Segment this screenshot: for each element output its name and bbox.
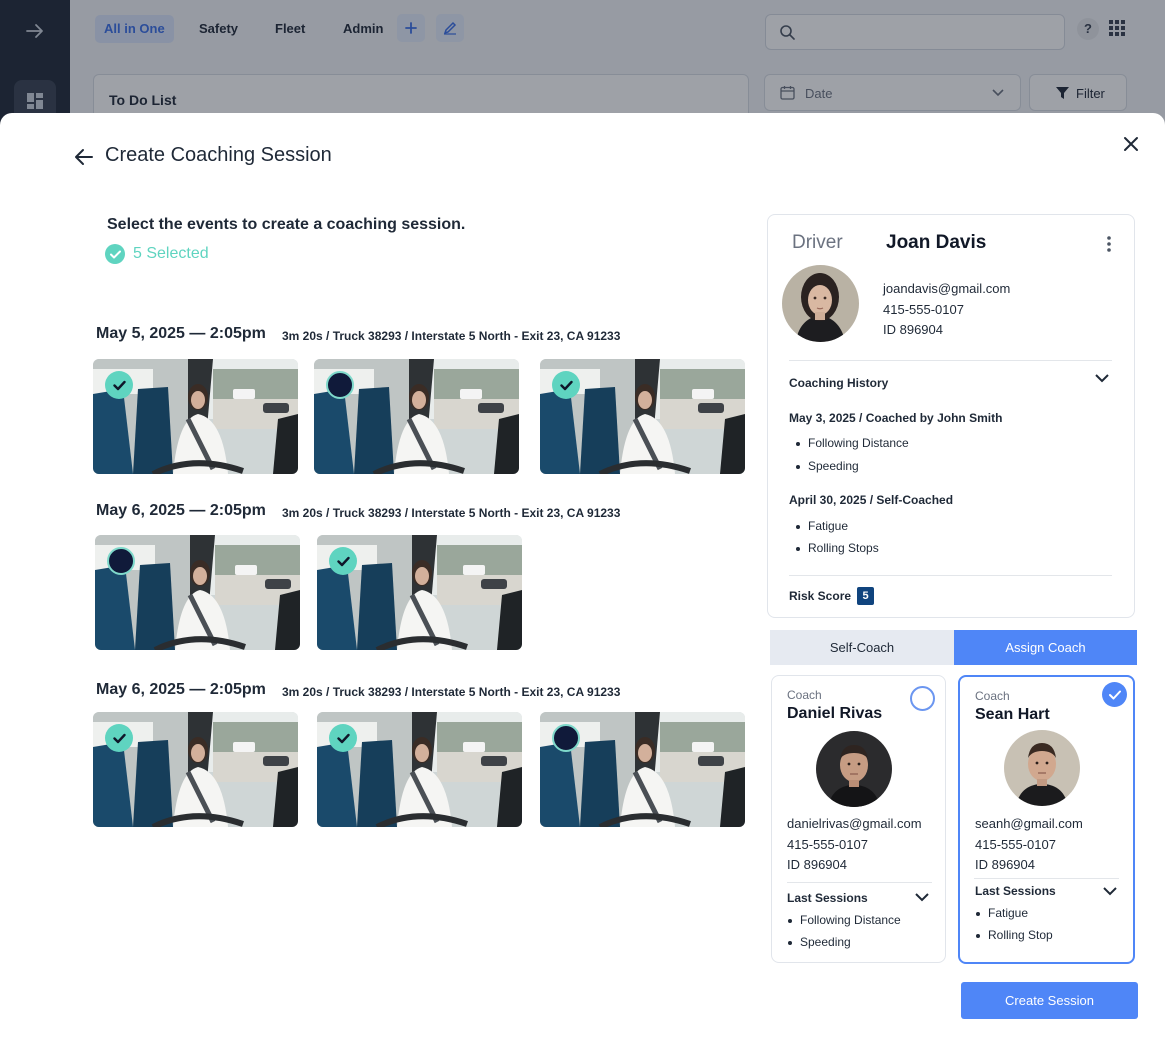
unselected-circle-icon[interactable]: [552, 724, 580, 752]
coach-email: seanh@gmail.com: [975, 816, 1083, 831]
session-item: Speeding: [788, 935, 851, 949]
coach-role: Coach: [787, 688, 822, 702]
session-item: Rolling Stop: [976, 928, 1053, 942]
coach-card[interactable]: Coach Daniel Rivas danielrivas@gmail.com…: [771, 675, 946, 963]
driver-phone: 415-555-0107: [883, 302, 964, 317]
divider: [789, 575, 1112, 576]
chevron-down-icon[interactable]: [915, 892, 929, 902]
check-circle-icon: [105, 244, 125, 264]
self-coach-toggle[interactable]: Self-Coach: [770, 630, 954, 665]
coach-id: ID 896904: [787, 857, 847, 872]
coach-name: Daniel Rivas: [787, 705, 883, 722]
risk-score-label: Risk Score: [789, 589, 852, 603]
history-entry: May 3, 2025 / Coached by John Smith: [789, 411, 1003, 425]
create-coaching-modal: Create Coaching Session Select the event…: [0, 113, 1165, 1049]
event-thumbnail[interactable]: [317, 712, 522, 827]
driver-label: Driver: [792, 232, 843, 253]
driver-email: joandavis@gmail.com: [883, 281, 1011, 296]
coach-name: Sean Hart: [975, 706, 1050, 723]
event-thumbnail[interactable]: [540, 359, 745, 474]
history-item: Fatigue: [796, 519, 848, 533]
selected-count-label: 5 Selected: [133, 245, 209, 262]
history-entry: April 30, 2025 / Self-Coached: [789, 493, 954, 507]
session-item: Fatigue: [976, 906, 1028, 920]
event-thumbnail[interactable]: [93, 359, 298, 474]
event-thumbnail[interactable]: [95, 535, 300, 650]
event-date: May 6, 2025 — 2:05pm: [96, 502, 266, 519]
selected-check-icon[interactable]: [552, 371, 580, 399]
divider: [789, 360, 1112, 361]
event-meta: 3m 20s / Truck 38293 / Interstate 5 Nort…: [282, 329, 621, 343]
event-meta: 3m 20s / Truck 38293 / Interstate 5 Nort…: [282, 685, 621, 699]
check-icon: [1108, 690, 1121, 699]
event-thumbnail[interactable]: [93, 712, 298, 827]
coach-role: Coach: [975, 689, 1010, 703]
risk-score-badge: 5: [857, 587, 874, 605]
driver-id: ID 896904: [883, 322, 943, 337]
divider: [787, 882, 932, 883]
selected-check-icon[interactable]: [329, 724, 357, 752]
coach-avatar: [816, 731, 892, 807]
instruction-text: Select the events to create a coaching s…: [107, 216, 466, 233]
unselected-circle-icon[interactable]: [107, 547, 135, 575]
chevron-down-icon[interactable]: [1095, 373, 1109, 383]
more-vertical-icon[interactable]: [1106, 235, 1112, 253]
unselected-circle-icon[interactable]: [326, 371, 354, 399]
history-item: Rolling Stops: [796, 541, 879, 555]
event-thumbnail[interactable]: [540, 712, 745, 827]
driver-card: Driver Joan Davis joandavis@gmail.com 41…: [767, 214, 1135, 618]
coach-card[interactable]: Coach Sean Hart seanh@gmail.com 415-555-…: [958, 675, 1135, 964]
close-icon[interactable]: [1123, 136, 1139, 152]
coaching-history-title: Coaching History: [789, 376, 889, 390]
chevron-down-icon[interactable]: [1103, 886, 1117, 896]
history-item: Speeding: [796, 459, 859, 473]
coach-select-radio[interactable]: [1102, 682, 1127, 707]
modal-title: Create Coaching Session: [105, 144, 332, 166]
event-date: May 6, 2025 — 2:05pm: [96, 681, 266, 698]
selected-count: 5 Selected: [105, 244, 209, 264]
divider: [974, 878, 1119, 879]
coach-phone: 415-555-0107: [787, 837, 868, 852]
coach-avatar: [1004, 730, 1080, 806]
coach-id: ID 896904: [975, 857, 1035, 872]
event-thumbnail[interactable]: [314, 359, 519, 474]
coach-select-radio[interactable]: [910, 686, 935, 711]
back-arrow-icon[interactable]: [74, 148, 94, 166]
selected-check-icon[interactable]: [329, 547, 357, 575]
driver-name: Joan Davis: [886, 232, 987, 253]
create-session-button[interactable]: Create Session: [961, 982, 1138, 1019]
event-meta: 3m 20s / Truck 38293 / Interstate 5 Nort…: [282, 506, 621, 520]
assign-coach-toggle[interactable]: Assign Coach: [954, 630, 1137, 665]
selected-check-icon[interactable]: [105, 724, 133, 752]
coach-phone: 415-555-0107: [975, 837, 1056, 852]
coach-email: danielrivas@gmail.com: [787, 816, 922, 831]
event-date: May 5, 2025 — 2:05pm: [96, 325, 266, 342]
last-sessions-title: Last Sessions: [787, 891, 868, 905]
event-thumbnail[interactable]: [317, 535, 522, 650]
selected-check-icon[interactable]: [105, 371, 133, 399]
history-item: Following Distance: [796, 436, 909, 450]
driver-avatar: [782, 265, 859, 342]
last-sessions-title: Last Sessions: [975, 884, 1056, 898]
session-item: Following Distance: [788, 913, 901, 927]
